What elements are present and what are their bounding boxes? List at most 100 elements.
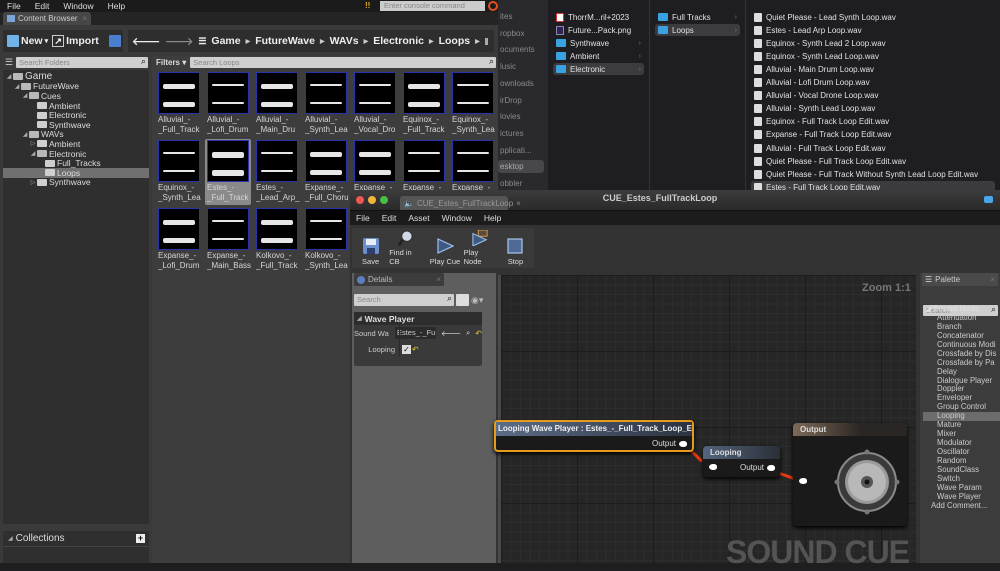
path-list-icon[interactable]: ☰	[198, 36, 206, 47]
palette-item[interactable]: Dialogue Player	[923, 377, 1000, 386]
minimize-window-button[interactable]	[368, 196, 376, 204]
finder-sidebar-item[interactable]: esktop	[498, 160, 544, 174]
no-entry-icon[interactable]	[488, 1, 498, 11]
breadcrumb-separator-icon[interactable]: ▶	[320, 38, 325, 45]
breadcrumb-game[interactable]: Game	[211, 35, 240, 47]
asset-tile[interactable]: Alluvial_- _Main_Dru	[254, 71, 300, 137]
find-in-cb-button[interactable]: Find in CB	[389, 230, 422, 266]
breadcrumb-futurewave[interactable]: FutureWave	[255, 35, 315, 47]
expanded-triangle-icon[interactable]: ◢	[13, 83, 21, 90]
menu-help[interactable]: Help	[478, 213, 507, 223]
palette-item[interactable]: SoundClass	[923, 466, 1000, 475]
browse-search-icon[interactable]: ⌕	[466, 328, 470, 338]
finder-sidebar-item[interactable]: ocuments	[498, 43, 544, 56]
folder-tree-item[interactable]: ◢ FutureWave	[3, 81, 149, 91]
palette-item[interactable]: Switch	[923, 475, 1000, 484]
output-pin[interactable]: Output	[740, 463, 775, 472]
save-button[interactable]: Save	[354, 230, 387, 266]
forward-arrow-icon[interactable]: 🡒	[165, 35, 193, 48]
finder-sidebar-item[interactable]: irDrop	[498, 94, 544, 107]
palette-item[interactable]: Crossfade by Dis	[923, 350, 1000, 359]
asset-tile[interactable]: Equinox_- _Synth_Lea	[156, 139, 202, 205]
collapsed-triangle-icon[interactable]: ▷	[29, 179, 37, 186]
palette-item[interactable]: Modulator	[923, 439, 1000, 448]
finder-file-item[interactable]: Alluvial - Synth Lead Loop.wav	[751, 103, 995, 115]
lock-icon[interactable]	[484, 37, 488, 45]
asset-tile[interactable]: Equinox_- _Synth_Lea	[450, 71, 496, 137]
expanded-triangle-icon[interactable]: ◢	[5, 73, 13, 80]
folder-tree-item[interactable]: Ambient	[3, 101, 149, 111]
finder-item[interactable]: Ambient ›	[553, 50, 644, 62]
wave-player-node[interactable]: Looping Wave Player : Estes_-_Full_Track…	[494, 420, 694, 452]
filters-dropdown[interactable]: Filters ▾	[156, 58, 186, 67]
finder-item[interactable]: Synthwave ›	[553, 37, 644, 49]
finder-sidebar-item[interactable]: lovies	[498, 110, 544, 123]
menu-asset[interactable]: Asset	[402, 213, 435, 223]
breadcrumb-loops[interactable]: Loops	[439, 35, 471, 47]
finder-file-item[interactable]: Quiet Please - Full Track Loop Edit.wav	[751, 155, 995, 167]
reset-to-default-icon[interactable]: ↶	[475, 329, 482, 338]
finder-file-item[interactable]: Alluvial - Full Track Loop Edit.wav	[751, 142, 995, 154]
asset-tile[interactable]: Equinox_- _Full_Track	[401, 71, 447, 137]
palette-item[interactable]: Branch	[923, 323, 1000, 332]
palette-item[interactable]: Group Control	[923, 403, 1000, 412]
menu-window[interactable]: Window	[436, 213, 478, 223]
expanded-triangle-icon[interactable]: ◢	[29, 150, 37, 157]
folder-tree-item[interactable]: Full_Tracks	[3, 158, 149, 168]
breadcrumb-separator-icon[interactable]: ▶	[364, 38, 369, 45]
asset-tile[interactable]: Estes_- _Lead_Arp_	[254, 139, 300, 205]
folder-tree-item[interactable]: ▷ Ambient	[3, 139, 149, 149]
finder-file-item[interactable]: Expanse - Full Track Loop Edit.wav	[751, 129, 995, 141]
stop-button[interactable]: Stop	[499, 230, 532, 266]
folder-tree-item[interactable]: ◢ Electronic	[3, 149, 149, 159]
breadcrumb-electronic[interactable]: Electronic	[373, 35, 424, 47]
breadcrumb-separator-icon[interactable]: ▶	[429, 38, 434, 45]
sources-list-icon[interactable]: ☰	[5, 57, 13, 68]
folder-search-input[interactable]: Search Folders ⌕	[16, 56, 148, 68]
finder-file-item[interactable]: Quiet Please - Full Track Without Synth …	[751, 168, 995, 180]
asset-tile[interactable]: Kolkovo_- _Synth_Lea	[303, 207, 349, 273]
add-collection-button[interactable]: +	[136, 534, 145, 543]
tab-palette[interactable]: ☰ Palette ×	[922, 273, 998, 286]
reset-to-default-icon[interactable]: ↶	[412, 345, 419, 354]
finder-file-item[interactable]: Alluvial - Lofi Drum Loop.wav	[751, 77, 995, 89]
asset-tile[interactable]: Alluvial_- _Lofi_Drum	[205, 71, 251, 137]
asset-tile[interactable]: Expanse_- _Main_Bass	[205, 207, 251, 273]
palette-item[interactable]: Enveloper	[923, 394, 1000, 403]
menu-file[interactable]: File	[0, 1, 28, 11]
finder-sidebar-item[interactable]: obbler	[498, 177, 544, 190]
palette-item[interactable]: Crossfade by Pa	[923, 359, 1000, 368]
palette-item[interactable]: Wave Param	[923, 484, 1000, 493]
finder-sidebar-item[interactable]: ites	[498, 10, 544, 23]
property-matrix-icon[interactable]	[456, 294, 469, 306]
add-comment-item[interactable]: Add Comment...	[923, 502, 1000, 511]
breadcrumb-wavs[interactable]: WAVs	[330, 35, 359, 47]
new-button[interactable]: New ▾	[7, 35, 48, 47]
finder-sidebar-item[interactable]: ownloads	[498, 77, 544, 90]
folder-tree-item[interactable]: ◢ Cues	[3, 91, 149, 101]
finder-file-item[interactable]: Equinox - Synth Lead 2 Loop.wav	[751, 37, 995, 49]
palette-item[interactable]: Mature	[923, 421, 1000, 430]
finder-file-item[interactable]: Alluvial - Main Drum Loop.wav	[751, 63, 995, 75]
expanded-triangle-icon[interactable]: ◢	[21, 92, 29, 99]
finder-item[interactable]: Future...Pack.png	[553, 24, 644, 36]
menu-window[interactable]: Window	[56, 1, 100, 11]
palette-category-sound-node[interactable]: ◢ Sound Node	[923, 305, 1000, 314]
folder-tree-item[interactable]: Electronic	[3, 110, 149, 120]
menu-help[interactable]: Help	[101, 1, 132, 11]
collapsed-triangle-icon[interactable]: ▷	[29, 140, 37, 147]
palette-item[interactable]: Oscillator	[923, 448, 1000, 457]
folder-tree-item[interactable]: Loops	[3, 168, 149, 178]
asset-tile[interactable]: Expanse_- _Lofi_Drum	[156, 207, 202, 273]
feedback-icon[interactable]	[984, 196, 993, 203]
finder-file-item[interactable]: Equinox - Full Track Loop Edit.wav	[751, 116, 995, 128]
looping-node[interactable]: Looping Output	[703, 446, 780, 477]
asset-tile[interactable]: Kolkovo_- _Full_Track	[254, 207, 300, 273]
finder-item[interactable]: Electronic ›	[553, 63, 644, 76]
save-all-icon[interactable]	[108, 35, 121, 47]
asset-tile[interactable]: Expanse_- _Full_Choru	[303, 139, 349, 205]
palette-item[interactable]: Wave Player	[923, 493, 1000, 502]
folder-tree-item[interactable]: ◢ WAVs	[3, 129, 149, 139]
menu-edit[interactable]: Edit	[376, 213, 403, 223]
finder-file-item[interactable]: Estes - Lead Arp Loop.wav	[751, 24, 995, 36]
